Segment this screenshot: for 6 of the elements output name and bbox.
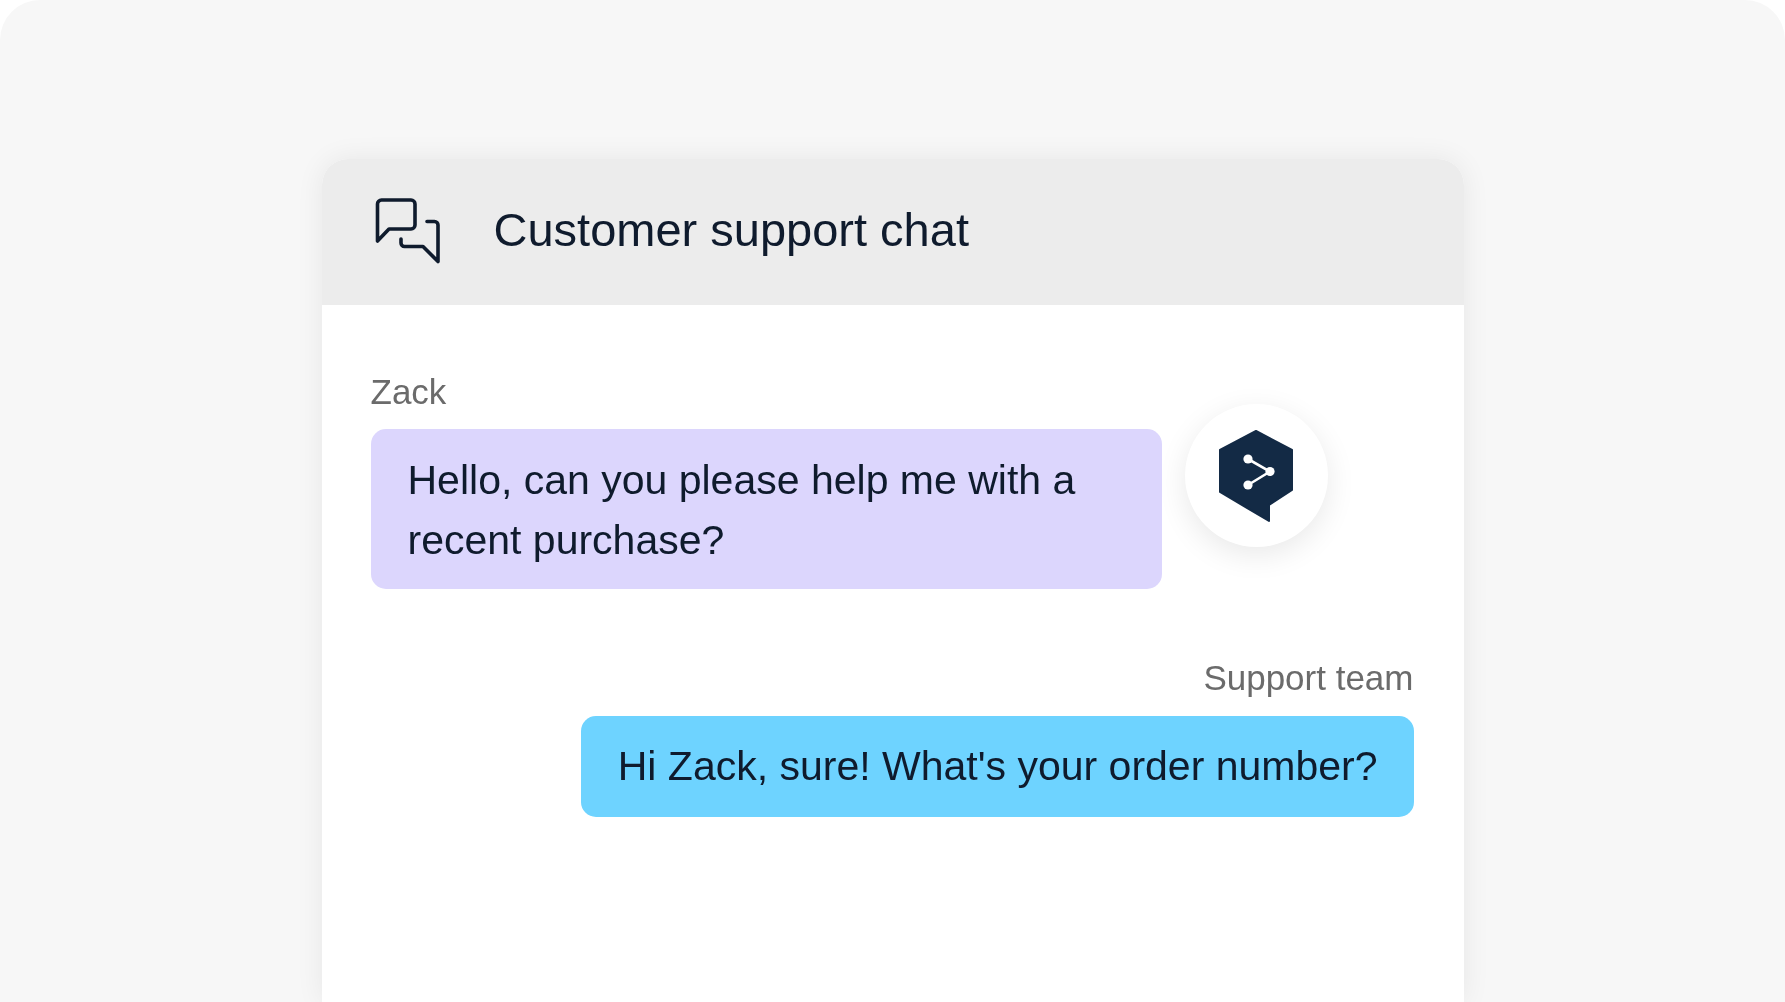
sender-name: Support team [1203, 658, 1414, 698]
chat-bubbles-icon [374, 197, 441, 264]
sender-name: Zack [370, 372, 448, 412]
chat-message: Hi Zack, sure! What's your order number? [580, 716, 1414, 817]
chat-message: Hello, can you please help me with a recent purchase? [370, 429, 1162, 589]
chat-title: Customer support chat [493, 202, 969, 259]
